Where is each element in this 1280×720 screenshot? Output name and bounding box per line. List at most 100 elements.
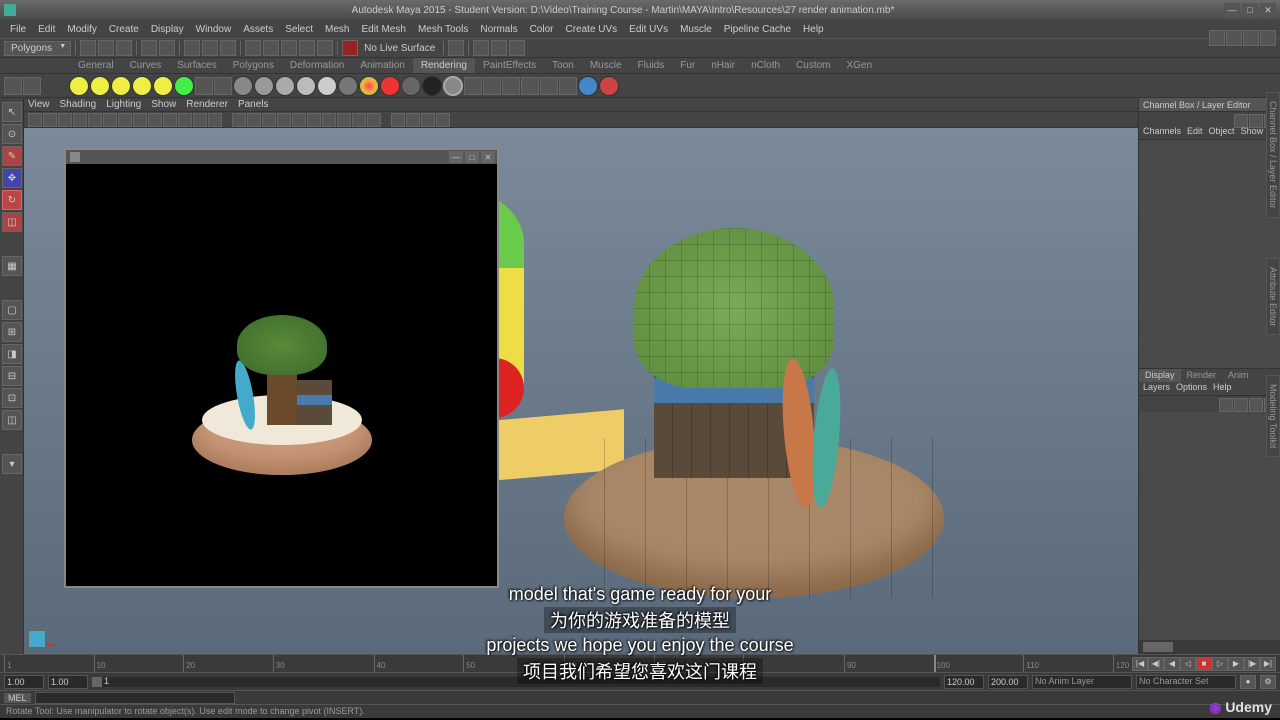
directional-light-icon[interactable] [90, 76, 110, 96]
render-maximize-button[interactable]: □ [465, 151, 479, 163]
grid-icon[interactable] [118, 113, 132, 127]
side-tab-modeling-toolkit[interactable]: Modeling Toolkit [1266, 375, 1280, 457]
menu-assets[interactable]: Assets [237, 22, 279, 37]
expose-icon[interactable] [406, 113, 420, 127]
layout-icon-3[interactable] [1243, 30, 1259, 46]
isolate-icon[interactable] [352, 113, 366, 127]
shelf-tab-fluids[interactable]: Fluids [630, 58, 673, 73]
channels-menu[interactable]: Channels [1143, 126, 1181, 139]
paint-tool[interactable]: ✎ [2, 146, 22, 166]
display-tab[interactable]: Display [1139, 369, 1181, 382]
2d-pan-icon[interactable] [88, 113, 102, 127]
render-view-window[interactable]: — □ ✕ [64, 148, 499, 588]
shelf-tab-animation[interactable]: Animation [352, 58, 412, 73]
four-view-layout[interactable]: ⊞ [2, 322, 22, 342]
select-camera-icon[interactable] [28, 113, 42, 127]
menu-muscle[interactable]: Muscle [674, 22, 718, 37]
select-mode-icon[interactable] [184, 40, 200, 56]
persp-graph-layout[interactable]: ⊟ [2, 366, 22, 386]
shelf-tab-general[interactable]: General [70, 58, 122, 73]
auto-key-button[interactable]: ● [1240, 675, 1256, 689]
shelf-tab-rendering[interactable]: Rendering [413, 58, 475, 73]
menu-color[interactable]: Color [524, 22, 560, 37]
side-tab-attribute-editor[interactable]: Attribute Editor [1266, 258, 1280, 336]
shading-map-icon[interactable] [422, 76, 442, 96]
render-minimize-button[interactable]: — [449, 151, 463, 163]
show-menu[interactable]: Show [1241, 126, 1264, 139]
menu-pipeline-cache[interactable]: Pipeline Cache [718, 22, 797, 37]
hypershade-icon[interactable] [195, 77, 213, 95]
layout-icon-1[interactable] [1209, 30, 1225, 46]
phong-icon[interactable] [296, 76, 316, 96]
step-back-button[interactable]: ◀ [1164, 657, 1180, 671]
shelf-tab-surfaces[interactable]: Surfaces [169, 58, 224, 73]
panel-menu-renderer[interactable]: Renderer [186, 99, 228, 110]
move-tool[interactable]: ✥ [2, 168, 22, 188]
use-background-icon[interactable] [401, 76, 421, 96]
area-light-icon[interactable] [153, 76, 173, 96]
lasso-icon[interactable] [202, 40, 218, 56]
character-set-dropdown[interactable]: No Character Set [1136, 675, 1236, 689]
film-gate-icon[interactable] [133, 113, 147, 127]
xray-joints-icon[interactable] [391, 113, 405, 127]
minimize-button[interactable]: — [1224, 3, 1240, 17]
snap-live-icon[interactable] [317, 40, 333, 56]
save-scene-icon[interactable] [116, 40, 132, 56]
anisotropic-icon[interactable] [233, 76, 253, 96]
side-tab-channel-box[interactable]: Channel Box / Layer Editor [1266, 92, 1280, 218]
shelf-tab-fur[interactable]: Fur [672, 58, 703, 73]
menu-create-uvs[interactable]: Create UVs [559, 22, 623, 37]
menu-display[interactable]: Display [145, 22, 190, 37]
playback-end-input[interactable] [944, 675, 984, 689]
prefs-button[interactable]: ⚙ [1260, 675, 1276, 689]
motion-blur-icon[interactable] [337, 113, 351, 127]
go-to-start-button[interactable]: |◀ [1132, 657, 1148, 671]
cancel-batch-icon[interactable] [540, 77, 558, 95]
playback-start-min-input[interactable] [4, 675, 44, 689]
maximize-button[interactable]: □ [1242, 3, 1258, 17]
persp-outliner-layout[interactable]: ◨ [2, 344, 22, 364]
wireframe-icon[interactable] [232, 113, 246, 127]
playback-end-max-input[interactable] [988, 675, 1028, 689]
menu-help[interactable]: Help [797, 22, 830, 37]
layered-shader-icon[interactable] [338, 76, 358, 96]
range-slider-thumb[interactable] [92, 677, 102, 687]
anim-layer-dropdown[interactable]: No Anim Layer [1032, 675, 1132, 689]
grease-pencil-icon[interactable] [103, 113, 117, 127]
shelf-edit-icon[interactable] [23, 77, 41, 95]
play-forwards-button[interactable]: ▷ [1212, 657, 1228, 671]
render-current-icon[interactable] [464, 77, 482, 95]
create-empty-layer-icon[interactable] [1249, 398, 1263, 412]
bookmarks-icon[interactable] [58, 113, 72, 127]
menu-edit[interactable]: Edit [32, 22, 61, 37]
menu-modify[interactable]: Modify [61, 22, 102, 37]
gate-mask-icon[interactable] [163, 113, 177, 127]
smooth-shade-icon[interactable] [247, 113, 261, 127]
paint-select-icon[interactable] [220, 40, 236, 56]
shelf-tab-ncloth[interactable]: nCloth [743, 58, 788, 73]
object-menu[interactable]: Object [1209, 126, 1235, 139]
ipr-icon[interactable] [483, 77, 501, 95]
snap-curve-icon[interactable] [263, 40, 279, 56]
home-icon[interactable] [28, 630, 46, 648]
go-to-end-button[interactable]: ▶| [1260, 657, 1276, 671]
undo-icon[interactable] [141, 40, 157, 56]
playback-start-input[interactable] [48, 675, 88, 689]
shelf-tab-toon[interactable]: Toon [544, 58, 582, 73]
texture-ref-icon[interactable] [599, 76, 619, 96]
render-view-icon[interactable] [214, 77, 232, 95]
layers-menu[interactable]: Layers [1143, 382, 1170, 395]
panel-menu-shading[interactable]: Shading [60, 99, 97, 110]
resolution-gate-icon[interactable] [148, 113, 162, 127]
step-back-key-button[interactable]: ◀| [1148, 657, 1164, 671]
lock-camera-icon[interactable] [43, 113, 57, 127]
edit-menu[interactable]: Edit [1187, 126, 1203, 139]
construction-history-icon[interactable] [448, 40, 464, 56]
ambient-light-icon[interactable] [69, 76, 89, 96]
layout-icon-2[interactable] [1226, 30, 1242, 46]
menu-file[interactable]: File [4, 22, 32, 37]
shelf-tab-xgen[interactable]: XGen [838, 58, 880, 73]
shelf-tab-muscle[interactable]: Muscle [582, 58, 630, 73]
show-batch-icon[interactable] [559, 77, 577, 95]
use-lights-icon[interactable] [292, 113, 306, 127]
